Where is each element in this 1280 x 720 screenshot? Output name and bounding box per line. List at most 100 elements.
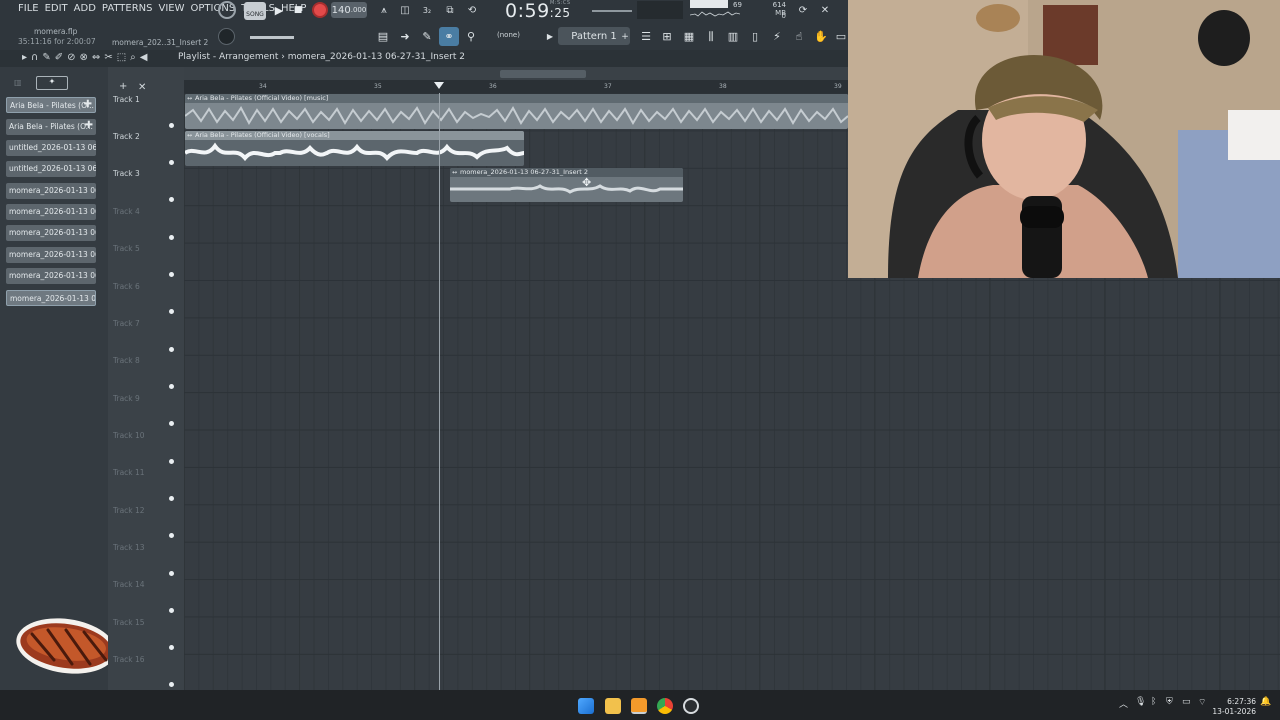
magnet-icon[interactable]: ∩: [31, 52, 38, 63]
stamp-icon[interactable]: ⚲: [461, 27, 481, 46]
metronome-icon[interactable]: ⩚: [375, 2, 393, 18]
file-explorer-icon[interactable]: [605, 698, 621, 714]
brush-icon[interactable]: ✎: [417, 27, 437, 46]
track-mute-dot[interactable]: [169, 421, 174, 426]
master-slider[interactable]: [250, 36, 294, 39]
fl-studio-icon[interactable]: [631, 698, 647, 714]
close-project-icon[interactable]: ✕: [816, 2, 834, 18]
add-track-icon[interactable]: +: [119, 81, 127, 92]
browser-item[interactable]: momera_2026-01-13 06...: [6, 247, 96, 263]
notification-icon[interactable]: 🔔: [1260, 697, 1271, 707]
track-mute-dot[interactable]: [169, 608, 174, 613]
tempo-display[interactable]: 140.000: [331, 2, 367, 18]
track-label[interactable]: Track 2: [113, 132, 140, 141]
track-mute-dot[interactable]: [169, 384, 174, 389]
piano-roll-view-icon[interactable]: ⊞: [657, 27, 677, 46]
loop-record-icon[interactable]: ⟲: [463, 2, 481, 18]
track-label[interactable]: Track 12: [113, 506, 145, 515]
system-clock[interactable]: 6:27:36 13-01-2026: [1210, 697, 1256, 717]
link-icon[interactable]: ⚭: [439, 27, 459, 46]
track-mute-dot[interactable]: [169, 496, 174, 501]
undo-icon[interactable]: ⟳: [794, 2, 812, 18]
delete-icon[interactable]: ⊘: [67, 52, 75, 63]
pitch-knob[interactable]: [218, 28, 235, 45]
browser-item[interactable]: untitled_2026-01-13 06-...: [6, 140, 96, 156]
menu-view[interactable]: VIEW: [159, 3, 185, 14]
audio-clip-vocals[interactable]: Aria Bela - Pilates (Official Video) [vo…: [185, 131, 524, 166]
track-label[interactable]: Track 7: [113, 319, 140, 328]
channel-rack-view-icon[interactable]: ▥: [723, 27, 743, 46]
playhead-marker[interactable]: [434, 82, 444, 89]
zoom-icon[interactable]: ⌕: [130, 52, 136, 63]
bluetooth-icon[interactable]: ᛒ: [1151, 697, 1156, 707]
browser-item[interactable]: untitled_2026-01-13 06-...: [6, 161, 96, 177]
mute-icon[interactable]: ⊗: [80, 52, 88, 63]
audio-clip-recording[interactable]: momera_2026-01-13 06-27-31_Insert 2 ✥: [450, 168, 683, 202]
microphone-icon[interactable]: 🎙: [1135, 697, 1146, 707]
tray-chevron-icon[interactable]: ︿: [1119, 697, 1128, 710]
menu-edit[interactable]: EDIT: [45, 3, 68, 14]
track-label[interactable]: Track 14: [113, 580, 145, 589]
browser-item[interactable]: momera_2026-01-13 06...: [6, 183, 96, 199]
track-mute-dot[interactable]: [169, 309, 174, 314]
track-mute-dot[interactable]: [169, 459, 174, 464]
master-pitch-slider[interactable]: [592, 10, 632, 12]
track-mute-dot[interactable]: [169, 645, 174, 650]
plugin-icon[interactable]: ⚡: [767, 27, 787, 46]
mixer-icon[interactable]: ⫼: [701, 27, 721, 46]
slip-icon[interactable]: ⇔: [92, 52, 100, 63]
track-label[interactable]: Track 1: [113, 95, 140, 104]
menu-file[interactable]: FILE: [18, 3, 39, 14]
track-label[interactable]: Track 8: [113, 356, 140, 365]
record-button[interactable]: [312, 2, 328, 18]
browser-list-icon[interactable]: ▥: [14, 78, 22, 87]
master-volume-knob[interactable]: [218, 1, 236, 19]
playlist-icon[interactable]: ☰: [636, 27, 656, 46]
step-edit-icon[interactable]: ⧉: [441, 2, 459, 18]
track-label[interactable]: Track 3: [113, 169, 140, 178]
track-mute-dot[interactable]: [169, 123, 174, 128]
menu-patterns[interactable]: PATTERNS: [102, 3, 153, 14]
countdown-icon[interactable]: 3₂: [418, 2, 436, 18]
song-mode-button[interactable]: SONG: [244, 2, 266, 20]
track-mute-dot[interactable]: [169, 160, 174, 165]
paint-icon[interactable]: ✐: [55, 52, 63, 63]
track-label[interactable]: Track 5: [113, 244, 140, 253]
obs-icon[interactable]: [683, 698, 699, 714]
menu-add[interactable]: ADD: [74, 3, 96, 14]
timeline-ruler[interactable]: 34 35 36 37 38 39: [184, 80, 848, 93]
browser-center-icon[interactable]: ✦: [36, 76, 68, 90]
track-label[interactable]: Track 16: [113, 655, 145, 664]
wifi-icon[interactable]: ⌔: [1198, 697, 1206, 708]
browser-item[interactable]: Aria Bela - Pilates (O... ✚: [6, 119, 96, 135]
audio-clip-music[interactable]: Aria Bela - Pilates (Official Video) [mu…: [185, 94, 848, 129]
track-mute-dot[interactable]: [169, 235, 174, 240]
arrow-icon[interactable]: ➜: [395, 27, 415, 46]
options-arrow-icon[interactable]: ▸: [22, 52, 27, 63]
wait-for-input-icon[interactable]: ◫: [396, 2, 414, 18]
track-mute-dot[interactable]: [169, 197, 174, 202]
remove-track-icon[interactable]: ✕: [138, 82, 146, 93]
browser-item[interactable]: Aria Bela - Pilates (O... ✚: [6, 97, 96, 113]
select-icon[interactable]: ⬚: [117, 52, 126, 63]
add-icon[interactable]: ✚: [85, 120, 93, 131]
track-label[interactable]: Track 9: [113, 394, 140, 403]
browser-icon[interactable]: ▯: [745, 27, 765, 46]
slice-icon[interactable]: ✂: [104, 52, 112, 63]
track-label[interactable]: Track 10: [113, 431, 145, 440]
pattern-prev-icon[interactable]: ▶: [540, 27, 560, 46]
piano-roll-icon[interactable]: ▤: [373, 27, 393, 46]
battery-icon[interactable]: ▭: [1182, 697, 1191, 707]
browser-item[interactable]: momera_2026-01-13 06...: [6, 290, 96, 306]
track-label[interactable]: Track 13: [113, 543, 145, 552]
windows-start-icon[interactable]: [578, 698, 594, 714]
track-mute-dot[interactable]: [169, 533, 174, 538]
browser-item[interactable]: momera_2026-01-13 06...: [6, 225, 96, 241]
track-label[interactable]: Track 11: [113, 468, 145, 477]
add-icon[interactable]: ✚: [84, 99, 92, 110]
playlist-breadcrumb[interactable]: momera_2026-01-13 06-27-31_Insert 2: [288, 52, 465, 62]
track-mute-dot[interactable]: [169, 682, 174, 687]
chrome-icon[interactable]: [657, 698, 673, 714]
browser-item[interactable]: momera_2026-01-13 06...: [6, 268, 96, 284]
pattern-add-icon[interactable]: +: [615, 27, 635, 46]
